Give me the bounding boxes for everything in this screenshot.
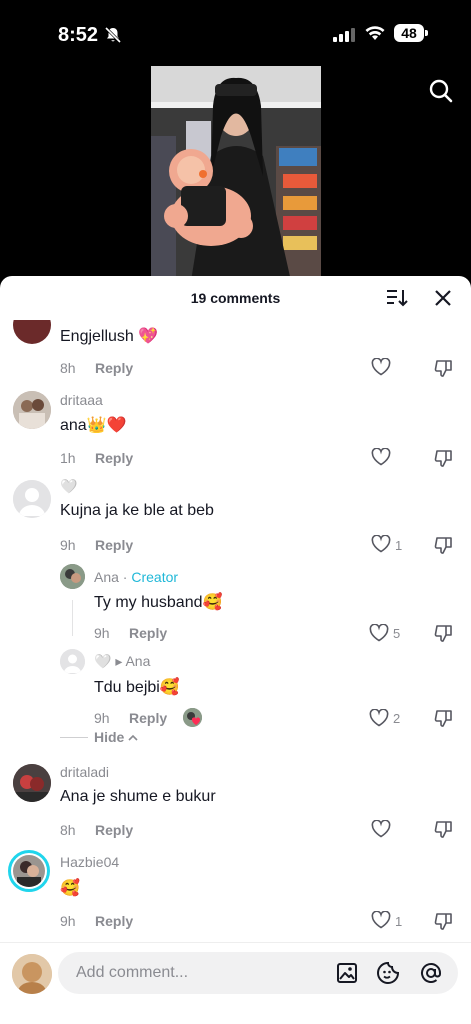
avatar[interactable] [13,391,51,429]
like-count: 2 [393,711,401,726]
comment-username[interactable]: Hazbie04 [60,854,119,870]
comment-text: 🥰 [60,880,80,897]
comment-time: 9h [60,913,76,929]
dislike-icon[interactable] [434,819,454,839]
close-icon[interactable] [434,289,452,307]
signal-icon [333,28,355,42]
comment-username[interactable]: Ana · Creator [94,569,178,585]
avatar[interactable] [13,320,51,344]
heart-icon[interactable] [371,911,391,929]
comment-username[interactable]: dritaaa [60,392,103,408]
avatar[interactable] [13,764,51,802]
comment-composer: Add comment... [0,942,471,1024]
comments-sheet: 19 comments Engjellush 💖 8h Reply dritaa… [0,276,471,1024]
bell-muted-icon [104,26,122,44]
comment-input[interactable]: Add comment... [58,952,458,994]
comment-time: 8h [60,360,76,376]
comment-username[interactable]: 🤍 ▸ Ana [94,653,150,670]
reply-button[interactable]: Reply [95,450,133,466]
comment-text: Kujna ja ke ble at beb [60,502,214,519]
battery-indicator: 48 [394,24,424,42]
mention-icon[interactable] [419,961,443,985]
comment-item: 🤍 Kujna ja ke ble at beb 9h Reply 1 [0,476,471,564]
dislike-icon[interactable] [434,623,454,643]
comment-text: Ty my husband🥰 [94,594,223,611]
comment-item: dritaladi Ana je shume e bukur 8h Reply [0,760,471,850]
comment-item: Engjellush 💖 8h Reply [0,320,471,386]
reply-button[interactable]: Reply [95,822,133,838]
like-count: 1 [395,914,403,929]
status-bar: 8:52 48 [0,0,471,66]
dislike-icon[interactable] [434,911,454,931]
reply-button[interactable]: Reply [129,625,167,641]
creator-badge: Creator [131,569,179,585]
heart-icon[interactable] [371,535,391,553]
comment-text: ana👑❤️ [60,417,127,434]
image-icon[interactable] [336,962,358,984]
comment-username[interactable]: 🤍 [60,478,77,495]
heart-icon[interactable] [371,448,391,466]
dislike-icon[interactable] [434,708,454,728]
avatar-story[interactable] [8,850,50,892]
status-time: 8:52 [58,24,99,46]
sticker-emoji-icon[interactable] [376,961,400,985]
video-frame-image [151,66,321,281]
creator-liked-avatar [183,708,202,727]
search-icon[interactable] [428,78,454,104]
reply-button[interactable]: Reply [95,537,133,553]
hide-replies-button[interactable]: Hide [94,729,138,745]
comment-list[interactable]: Engjellush 💖 8h Reply dritaaa ana👑❤️ 1h … [0,320,471,942]
heart-icon[interactable] [371,820,391,838]
reply-button[interactable]: Reply [129,710,167,726]
comment-username[interactable]: dritaladi [60,764,109,780]
dislike-icon[interactable] [434,358,454,378]
heart-icon[interactable] [371,358,391,376]
my-avatar [12,954,52,994]
comment-time: 1h [60,450,76,466]
battery-tip [425,30,428,36]
sort-icon[interactable] [386,288,408,308]
video-preview[interactable] [151,66,321,281]
heart-icon[interactable] [369,709,389,727]
comment-time: 9h [94,625,110,641]
comment-time: 9h [94,710,110,726]
reply-item: 🤍 ▸ Ana Tdu bejbi🥰 9h Reply 2 [0,649,471,734]
comment-item: Hazbie04 🥰 9h Reply 1 [0,850,471,942]
chevron-up-icon [128,734,138,741]
comment-input-placeholder: Add comment... [76,964,189,981]
reply-button[interactable]: Reply [95,913,133,929]
avatar[interactable] [60,649,85,674]
avatar[interactable] [13,480,51,518]
hide-divider [60,737,88,738]
comment-text: Tdu bejbi🥰 [94,679,180,696]
comment-item: dritaaa ana👑❤️ 1h Reply [0,386,471,476]
reply-item: Ana · Creator Ty my husband🥰 9h Reply 5 [0,564,471,649]
comment-text: Ana je shume e bukur [60,788,216,805]
dislike-icon[interactable] [434,448,454,468]
comment-text: Engjellush 💖 [60,328,159,345]
comment-time: 8h [60,822,76,838]
thread-line [72,600,73,636]
comments-header: 19 comments [0,276,471,320]
avatar[interactable] [60,564,85,589]
like-count: 1 [395,538,403,553]
comment-time: 9h [60,537,76,553]
reply-button[interactable]: Reply [95,360,133,376]
heart-icon[interactable] [369,624,389,642]
wifi-icon [365,26,385,40]
hide-label: Hide [94,729,125,745]
username-text: Ana · [94,569,132,585]
like-count: 5 [393,626,401,641]
dislike-icon[interactable] [434,535,454,555]
